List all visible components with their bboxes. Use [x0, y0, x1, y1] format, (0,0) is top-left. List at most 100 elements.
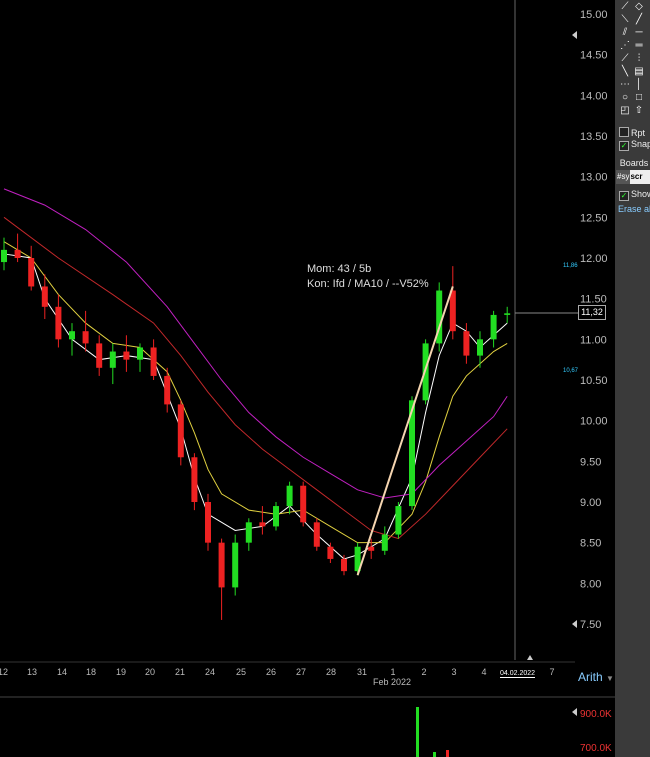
snap-label: Snap [631, 139, 650, 149]
candle-body [232, 542, 239, 588]
x-tick-label: 14 [57, 667, 67, 677]
candle-body [286, 485, 293, 507]
x-month-label: Feb 2022 [373, 677, 411, 687]
drawing-tool-icon[interactable]: ⋯ [619, 79, 631, 91]
x-tick-label: 28 [326, 667, 336, 677]
volume-bar [416, 707, 419, 757]
snap-checkbox[interactable]: ✓ Snap [619, 139, 650, 151]
y-tick-label: 7.50 [580, 619, 601, 631]
candle-body [259, 522, 266, 527]
drawing-tool-icon[interactable]: □ [633, 92, 645, 104]
drawing-tool-icon[interactable]: ╲ [619, 66, 631, 78]
drawing-tool-icon[interactable]: │ [633, 79, 645, 91]
y-tick-label: 9.50 [580, 456, 601, 468]
scale-selector[interactable]: Arith ▼ [578, 670, 614, 684]
price-chart[interactable]: 15.00 14.50 14.00 13.50 13.00 12.50 12.00 11.50… [0, 0, 650, 757]
chevron-down-icon: ▼ [606, 674, 614, 683]
rpt-checkbox[interactable]: Rpt [619, 127, 645, 138]
marker-low-label: 10,67 [563, 368, 579, 374]
candle-body [381, 534, 388, 551]
y-tick-label: 14.00 [580, 90, 608, 102]
candle-body [28, 258, 35, 287]
drawing-tool-icon[interactable]: ○ [619, 92, 631, 104]
moving-average-line [3, 188, 508, 499]
candle-body [449, 290, 456, 332]
candle-body [69, 331, 75, 340]
candle-body [477, 339, 483, 356]
drawing-tool-icon[interactable]: ⋰ [619, 40, 631, 52]
last-price-badge: 11,32 [578, 305, 606, 320]
y-tick-label: 10.00 [580, 416, 608, 428]
drawing-tool-icon[interactable]: ◰ [619, 105, 631, 117]
y-tick-label: 15.00 [580, 9, 608, 21]
drawing-tool-icon[interactable]: ⫶ [633, 53, 645, 65]
x-tick-label: 13 [27, 667, 37, 677]
screen-selector[interactable]: #syscr [616, 170, 650, 184]
show-label: Show [631, 189, 650, 199]
x-tick-label: 31 [357, 667, 367, 677]
candle-body [1, 249, 7, 263]
x-tick-label: 24 [205, 667, 215, 677]
drawing-tool-icon[interactable]: ─ [633, 27, 645, 39]
y-tick-label: 10.50 [580, 375, 608, 387]
annotation-line-2: Kon: Ifd / MA10 / --V52% [307, 278, 429, 290]
x-tick-label: 3 [451, 667, 456, 677]
drawing-tool-icon[interactable]: ⫽ [619, 27, 631, 39]
boards-label: Boards [619, 158, 649, 168]
drawing-tool-icon[interactable]: ⇧ [633, 105, 645, 117]
drawing-tool-icon[interactable]: ▤ [633, 66, 645, 78]
x-tick-label: 7 [549, 667, 554, 677]
erase-all-button[interactable]: Erase all [618, 204, 650, 214]
y-tick-label: 12.00 [580, 253, 608, 265]
candle-body [368, 546, 375, 551]
y-tick-label: 13.00 [580, 172, 608, 184]
marker-high-label: 11,86 [563, 263, 578, 269]
x-tick-label: 4 [481, 667, 486, 677]
y-tick-label: 13.50 [580, 131, 608, 143]
y-tick-label: 9.00 [580, 497, 601, 509]
checkmark-icon: ✓ [619, 141, 629, 151]
candle-body [218, 542, 225, 588]
drawing-tool-icon[interactable]: ═ [633, 40, 645, 52]
annotation-line-1: Mom: 43 / 5b [307, 263, 372, 275]
rpt-label: Rpt [631, 128, 646, 138]
volume-bar [433, 752, 436, 757]
drawing-tool-icon[interactable]: ⟋ [619, 53, 631, 65]
scroll-arrow-icon [572, 708, 577, 716]
candle-body [205, 502, 211, 543]
show-checkbox[interactable]: ✓Show [619, 189, 650, 201]
candle-body [313, 522, 320, 547]
drawing-tool-icon[interactable]: ╱ [633, 14, 645, 26]
y-tick-label: 11.00 [580, 334, 607, 346]
candle-body [82, 331, 89, 344]
moving-average-line [3, 253, 508, 560]
drawing-tool-icon[interactable]: ⟍ [619, 14, 631, 26]
candle-body [123, 351, 130, 360]
current-date-label: 04.02.2022 [500, 670, 536, 678]
volume-tick-label: 900.0K [580, 709, 612, 720]
candle-body [395, 506, 402, 535]
volume-tick-label: 700.0K [580, 743, 612, 754]
moving-average-line [3, 216, 508, 540]
candle-body [463, 331, 470, 356]
candle-body [327, 546, 334, 559]
caret-up-icon [527, 655, 533, 660]
y-tick-label: 12.50 [580, 212, 608, 224]
candle-body [14, 249, 21, 258]
x-tick-label: 18 [86, 667, 96, 677]
candle-body [490, 314, 497, 340]
volume-bar [446, 750, 449, 757]
candle-body [177, 404, 184, 458]
scr-label: scr [630, 172, 643, 181]
x-tick-label: 1 [390, 667, 395, 677]
candle-body [245, 522, 252, 543]
x-tick-label: 27 [296, 667, 306, 677]
drawing-tool-icon[interactable]: ⟋ [619, 1, 631, 13]
candle-body [55, 306, 62, 340]
checkbox-box [619, 127, 629, 137]
y-tick-label: 8.50 [580, 538, 601, 550]
y-tick-label: 8.00 [580, 578, 601, 590]
scroll-arrow-icon [572, 31, 577, 39]
drawing-tool-icon[interactable]: ◇ [633, 1, 645, 13]
x-tick-label: 25 [236, 667, 246, 677]
